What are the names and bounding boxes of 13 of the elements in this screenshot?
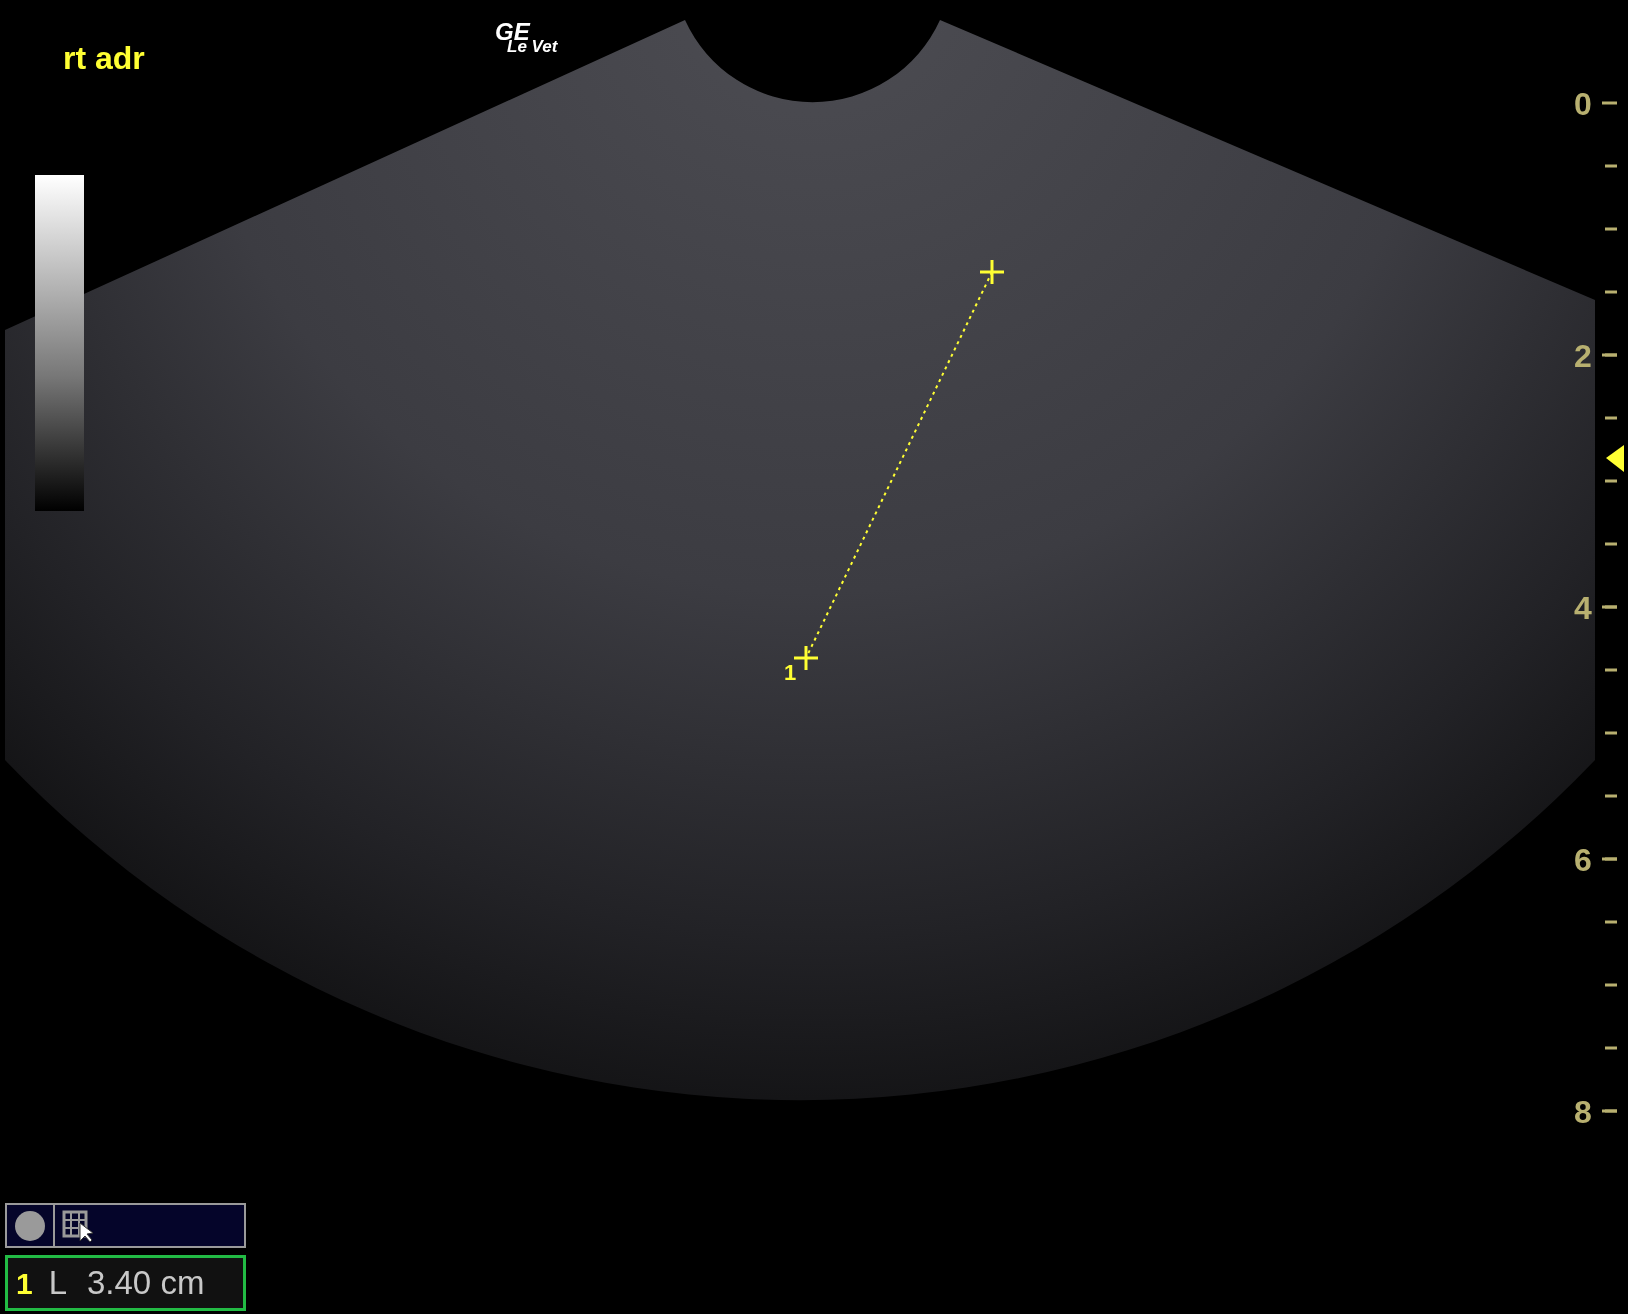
depth-label: 0 (1574, 88, 1592, 120)
measurement-value: L 3.40 cm (48, 1263, 205, 1304)
depth-label: 4 (1574, 592, 1592, 624)
depth-label: 6 (1574, 844, 1592, 876)
caliper-cross-icon (978, 258, 1006, 286)
focus-marker-icon (1606, 445, 1624, 472)
depth-label: 8 (1574, 1096, 1592, 1128)
measurement-index: 1 (16, 1265, 33, 1302)
logo: GE Le Vet (495, 20, 558, 55)
caliper-label: 1 (784, 662, 797, 684)
depth-label: 2 (1574, 340, 1592, 372)
circle-icon (14, 1209, 46, 1242)
annotation-label: rt adr (63, 42, 145, 74)
